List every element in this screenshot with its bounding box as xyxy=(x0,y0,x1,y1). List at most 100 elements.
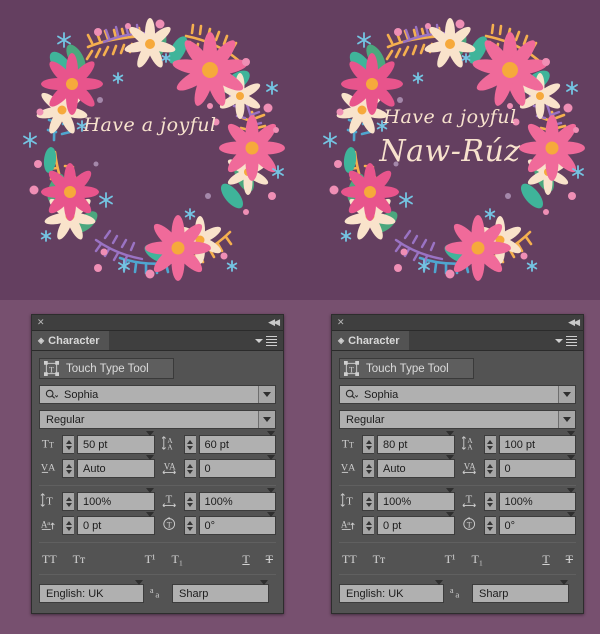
font-size-field[interactable]: 50 pt xyxy=(77,430,155,454)
kerning-field[interactable]: Auto xyxy=(377,454,455,478)
vertical-scale-stepper[interactable] xyxy=(62,492,74,511)
underline-button[interactable]: T xyxy=(242,552,249,567)
font-style-dropdown[interactable] xyxy=(558,411,575,428)
font-family-dropdown[interactable] xyxy=(258,386,275,403)
subscript-button[interactable]: T₁ xyxy=(172,552,184,567)
divider xyxy=(39,485,276,486)
svg-text:A: A xyxy=(167,443,173,450)
character-rotation-dropdown[interactable] xyxy=(267,511,275,535)
small-caps-button[interactable]: Tᴛ xyxy=(73,552,86,567)
close-icon[interactable]: ✕ xyxy=(37,318,45,327)
vertical-scale-icon: T xyxy=(339,493,359,510)
character-rotation-field[interactable]: 0° xyxy=(498,511,576,535)
font-size-icon: TT xyxy=(39,436,59,453)
vertical-scale-stepper[interactable] xyxy=(362,492,374,511)
character-rotation-field[interactable]: 0° xyxy=(198,511,276,535)
vertical-scale-dropdown[interactable] xyxy=(445,487,454,511)
vertical-scale-field[interactable]: 100% xyxy=(377,487,455,511)
leading-stepper[interactable] xyxy=(183,435,196,454)
character-rotation-stepper[interactable] xyxy=(483,516,496,535)
language-value: English: UK xyxy=(346,587,404,600)
baseline-shift-value: 0 pt xyxy=(383,519,402,532)
all-caps-button[interactable]: TT xyxy=(42,552,57,567)
tab-character[interactable]: ◈ Character xyxy=(332,331,409,350)
horizontal-scale-stepper[interactable] xyxy=(483,492,496,511)
horizontal-scale-stepper[interactable] xyxy=(183,492,196,511)
language-field[interactable]: English: UK xyxy=(339,579,444,603)
leading-dropdown[interactable] xyxy=(267,430,275,454)
tracking-field[interactable]: 0 xyxy=(498,454,576,478)
baseline-shift-field[interactable]: 0 pt xyxy=(377,511,455,535)
vertical-scale-dropdown[interactable] xyxy=(145,487,154,511)
tracking-dropdown[interactable] xyxy=(567,454,575,478)
strikethrough-button[interactable]: Ŧ xyxy=(266,552,273,567)
vertical-scale-value: 100% xyxy=(383,495,412,508)
font-style-field[interactable]: Regular xyxy=(339,410,576,429)
character-rotation-stepper[interactable] xyxy=(183,516,196,535)
horizontal-scale-field[interactable]: 100% xyxy=(498,487,576,511)
anti-aliasing-field[interactable]: Sharp xyxy=(472,579,569,603)
font-family-value: Sophia xyxy=(364,388,399,401)
baseline-shift-stepper[interactable] xyxy=(362,516,374,535)
font-size-stepper[interactable] xyxy=(362,435,374,454)
tracking-stepper[interactable] xyxy=(483,459,496,478)
leading-field[interactable]: 100 pt xyxy=(498,430,576,454)
superscript-button[interactable]: T¹ xyxy=(145,552,156,567)
font-family-field[interactable]: Sophia xyxy=(39,385,276,404)
vertical-scale-row: T 100% xyxy=(39,487,155,511)
tracking-dropdown[interactable] xyxy=(267,454,275,478)
language-dropdown[interactable] xyxy=(135,579,143,603)
svg-text:T: T xyxy=(346,496,353,508)
tracking-stepper[interactable] xyxy=(183,459,196,478)
panel-menu-button[interactable] xyxy=(255,331,283,350)
font-style-value: Regular xyxy=(346,413,385,426)
font-size-stepper[interactable] xyxy=(62,435,74,454)
font-style-field[interactable]: Regular xyxy=(39,410,276,429)
underline-button[interactable]: T xyxy=(542,552,549,567)
character-rotation-dropdown[interactable] xyxy=(567,511,575,535)
touch-type-tool-button[interactable]: T Touch Type Tool xyxy=(339,358,474,379)
collapse-panel-icon[interactable]: ◀◀ xyxy=(568,317,580,328)
font-style-dropdown[interactable] xyxy=(258,411,275,428)
font-family-dropdown[interactable] xyxy=(558,386,575,403)
baseline-shift-dropdown[interactable] xyxy=(445,511,454,535)
search-icon xyxy=(40,389,58,400)
language-dropdown[interactable] xyxy=(435,579,443,603)
horizontal-scale-field[interactable]: 100% xyxy=(198,487,276,511)
tab-character[interactable]: ◈ Character xyxy=(32,331,109,350)
font-size-dropdown[interactable] xyxy=(145,430,154,454)
svg-text:T: T xyxy=(42,438,49,451)
close-icon[interactable]: ✕ xyxy=(337,318,345,327)
baseline-shift-stepper[interactable] xyxy=(62,516,74,535)
baseline-shift-dropdown[interactable] xyxy=(145,511,154,535)
anti-aliasing-field[interactable]: Sharp xyxy=(172,579,269,603)
horizontal-scale-dropdown[interactable] xyxy=(267,487,275,511)
kerning-dropdown[interactable] xyxy=(145,454,154,478)
collapse-panel-icon[interactable]: ◀◀ xyxy=(268,317,280,328)
tracking-field[interactable]: 0 xyxy=(198,454,276,478)
leading-field[interactable]: 60 pt xyxy=(198,430,276,454)
baseline-shift-field[interactable]: 0 pt xyxy=(77,511,155,535)
kerning-stepper[interactable] xyxy=(362,459,374,478)
strikethrough-button[interactable]: Ŧ xyxy=(566,552,573,567)
panel-menu-button[interactable] xyxy=(555,331,583,350)
font-family-field[interactable]: Sophia xyxy=(339,385,576,404)
subscript-button[interactable]: T₁ xyxy=(472,552,484,567)
kerning-field[interactable]: Auto xyxy=(77,454,155,478)
kerning-dropdown[interactable] xyxy=(445,454,454,478)
horizontal-scale-icon: T xyxy=(461,493,481,510)
language-field[interactable]: English: UK xyxy=(39,579,144,603)
leading-dropdown[interactable] xyxy=(567,430,575,454)
superscript-button[interactable]: T¹ xyxy=(445,552,456,567)
small-caps-button[interactable]: Tᴛ xyxy=(373,552,386,567)
leading-stepper[interactable] xyxy=(483,435,496,454)
font-size-field[interactable]: 80 pt xyxy=(377,430,455,454)
vertical-scale-field[interactable]: 100% xyxy=(77,487,155,511)
touch-type-tool-button[interactable]: T Touch Type Tool xyxy=(39,358,174,379)
kerning-stepper[interactable] xyxy=(62,459,74,478)
anti-aliasing-dropdown[interactable] xyxy=(260,579,268,603)
font-size-dropdown[interactable] xyxy=(445,430,454,454)
anti-aliasing-dropdown[interactable] xyxy=(560,579,568,603)
all-caps-button[interactable]: TT xyxy=(342,552,357,567)
horizontal-scale-dropdown[interactable] xyxy=(567,487,575,511)
